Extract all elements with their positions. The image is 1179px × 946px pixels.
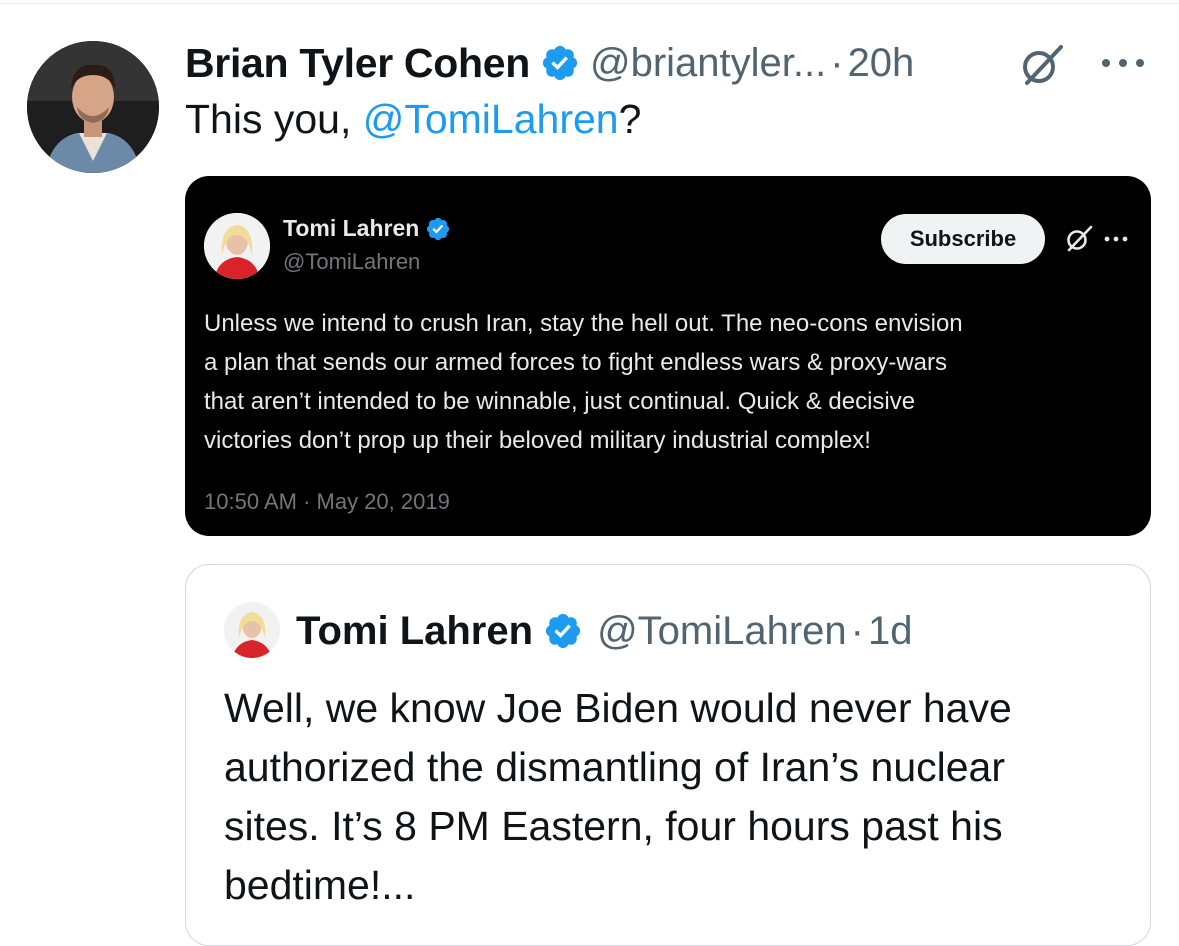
quoted-header-separator: · bbox=[850, 608, 864, 653]
grok-icon[interactable] bbox=[1019, 41, 1065, 87]
quoted-tweet-time: 1d bbox=[868, 608, 913, 653]
quoted-author-name: Tomi Lahren bbox=[296, 608, 534, 653]
header-separator: · bbox=[830, 40, 844, 85]
tweet-text-prefix: This you, bbox=[185, 96, 363, 142]
quoted-author-avatar bbox=[224, 602, 280, 658]
author-handle[interactable]: @briantyler... bbox=[590, 41, 826, 86]
embedded-body-line: a plan that sends our armed forces to fi… bbox=[204, 349, 948, 376]
embedded-body-line: that aren’t intended to be winnable, jus… bbox=[204, 388, 916, 415]
embedded-more-icon bbox=[1102, 232, 1130, 246]
embedded-timestamp: 10:50 AM · May 20, 2019 bbox=[204, 489, 450, 514]
quoted-tweet-card[interactable]: Tomi Lahren @TomiLahren · 1d Well, we kn… bbox=[185, 564, 1151, 946]
top-divider bbox=[0, 3, 1179, 4]
embedded-tweet-screenshot[interactable]: Tomi Lahren @TomiLahren Subscribe Unless… bbox=[185, 176, 1151, 536]
quoted-body-line: Well, we know Joe Biden would never have bbox=[224, 685, 1012, 731]
subscribe-button: Subscribe bbox=[881, 214, 1045, 264]
tweet-text-suffix: ? bbox=[618, 96, 642, 142]
mention-link[interactable]: @TomiLahren bbox=[363, 96, 619, 142]
embedded-body-line: victories don’t prop up their beloved mi… bbox=[204, 427, 871, 454]
avatar-photo bbox=[27, 41, 159, 173]
quoted-body-line: authorized the dismantling of Iran’s nuc… bbox=[224, 744, 1005, 790]
embedded-author-handle: @TomiLahren bbox=[283, 249, 421, 274]
author-name[interactable]: Brian Tyler Cohen bbox=[185, 40, 530, 87]
quoted-body-line: bedtime!... bbox=[224, 862, 416, 908]
tweet-time[interactable]: 20h bbox=[848, 41, 915, 86]
more-options-icon[interactable] bbox=[1098, 50, 1148, 76]
embedded-author-avatar bbox=[204, 213, 270, 279]
embedded-body-line: Unless we intend to crush Iran, stay the… bbox=[204, 310, 963, 337]
embedded-tweet-body: Unless we intend to crush Iran, stay the… bbox=[204, 304, 1134, 460]
embedded-author-name: Tomi Lahren bbox=[283, 215, 420, 241]
embedded-author-name-row: Tomi Lahren bbox=[283, 215, 451, 242]
tweet-header: Brian Tyler Cohen @briantyler... · 20h bbox=[185, 38, 914, 88]
quoted-body-line: sites. It’s 8 PM Eastern, four hours pas… bbox=[224, 803, 1003, 849]
verified-badge-icon[interactable] bbox=[540, 43, 580, 83]
author-avatar[interactable] bbox=[27, 41, 159, 173]
tweet-text: This you, @TomiLahren? bbox=[185, 96, 641, 143]
quoted-verified-badge-icon bbox=[543, 611, 583, 651]
quoted-tweet-body: Well, we know Joe Biden would never have… bbox=[224, 679, 1124, 915]
quoted-author-handle: @TomiLahren bbox=[597, 608, 847, 653]
embedded-grok-icon bbox=[1065, 224, 1093, 252]
embedded-verified-badge-icon bbox=[425, 216, 451, 242]
quoted-tweet-header: Tomi Lahren @TomiLahren · 1d bbox=[296, 607, 913, 655]
